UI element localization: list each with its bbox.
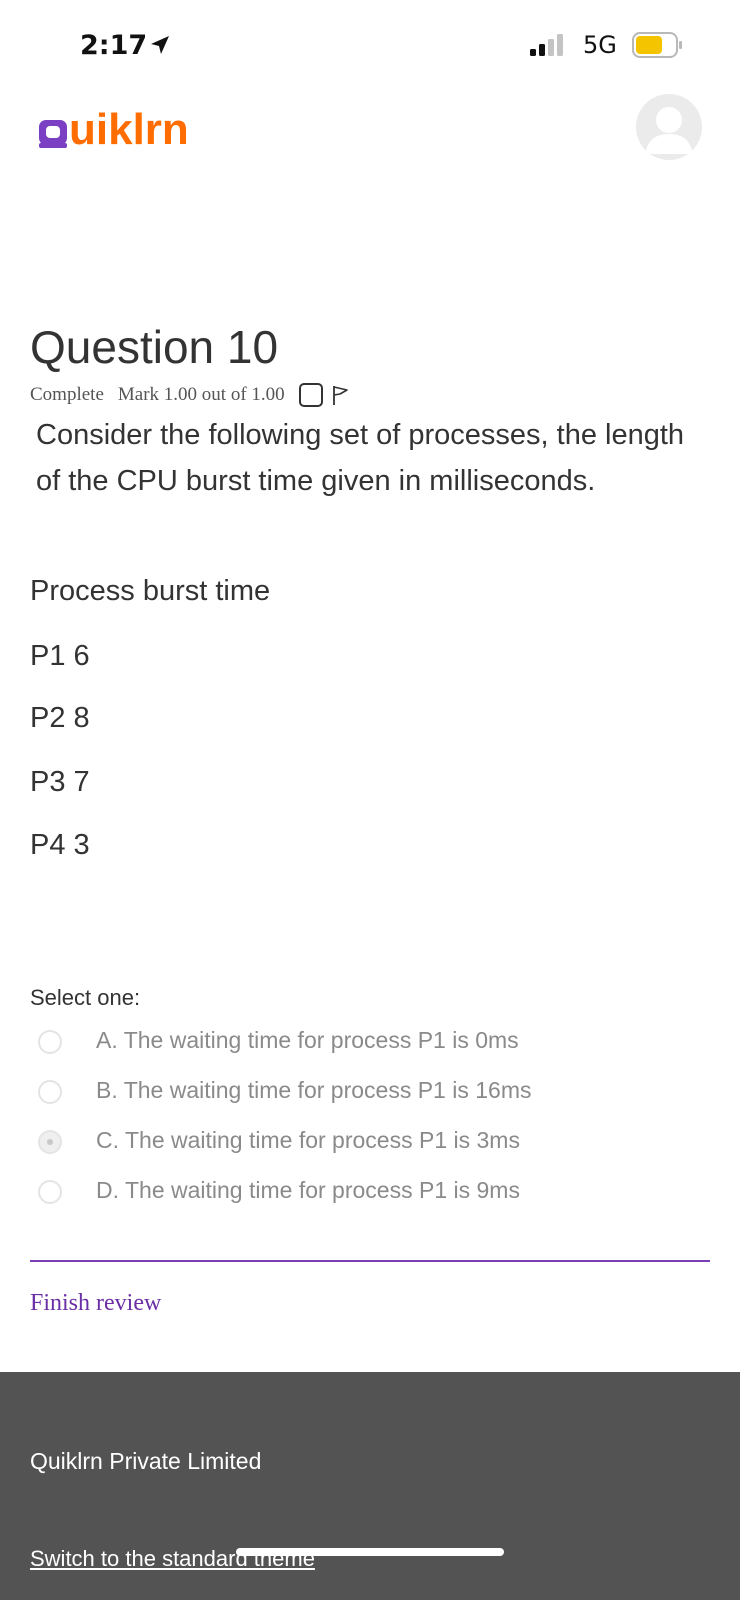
flag-checkbox[interactable] <box>298 383 323 407</box>
user-avatar[interactable] <box>636 94 702 160</box>
process-row: P4 3 <box>30 829 90 861</box>
logo-q-mark-icon <box>39 120 67 148</box>
radio-c[interactable] <box>38 1130 62 1154</box>
footer: Quiklrn Private Limited Switch to the st… <box>0 1372 740 1600</box>
question-state: Complete <box>30 384 104 405</box>
question-title: Question 10 <box>30 321 279 373</box>
table-header: Process burst time <box>30 575 271 607</box>
radio-a[interactable] <box>38 1030 62 1054</box>
section-divider <box>30 1260 710 1262</box>
question-text-paragraph: Consider the following set of processes,… <box>36 419 685 497</box>
status-time: 2:17 <box>80 30 148 61</box>
user-avatar-icon <box>645 107 693 154</box>
battery-icon <box>632 32 682 58</box>
status-bar: 2:17 5G <box>0 0 740 92</box>
home-indicator[interactable] <box>236 1548 504 1556</box>
question-info: Complete Mark 1.00 out of 1.00 <box>30 383 351 407</box>
logo-text: uiklrn <box>69 105 189 154</box>
radio-b[interactable] <box>38 1080 62 1104</box>
question-mark: Mark 1.00 out of 1.00 <box>117 384 285 405</box>
option-a-label[interactable]: A. The waiting time for process P1 is 0m… <box>96 1027 519 1054</box>
flag-icon[interactable] <box>331 384 351 406</box>
process-row: P2 8 <box>30 702 90 734</box>
option-c-label[interactable]: C. The waiting time for process P1 is 3m… <box>96 1127 520 1154</box>
location-arrow-icon <box>151 36 169 54</box>
answer-option-b[interactable]: B. The waiting time for process P1 is 16… <box>38 1075 531 1109</box>
select-one-label: Select one: <box>30 985 141 1010</box>
answer-option-d[interactable]: D. The waiting time for process P1 is 9m… <box>38 1175 520 1209</box>
option-b-label[interactable]: B. The waiting time for process P1 is 16… <box>96 1077 531 1104</box>
answer-option-a[interactable]: A. The waiting time for process P1 is 0m… <box>38 1025 519 1059</box>
answer-option-c[interactable]: C. The waiting time for process P1 is 3m… <box>38 1125 520 1159</box>
footer-company: Quiklrn Private Limited <box>30 1448 262 1474</box>
radio-d[interactable] <box>38 1180 62 1204</box>
process-row: P3 7 <box>30 766 90 798</box>
question-text: Consider the following set of processes,… <box>30 412 710 504</box>
cellular-signal-icon <box>530 34 563 56</box>
process-row: P1 6 <box>30 640 90 672</box>
option-d-label[interactable]: D. The waiting time for process P1 is 9m… <box>96 1177 520 1204</box>
network-type: 5G <box>583 31 617 59</box>
finish-review-link[interactable]: Finish review <box>30 1290 161 1317</box>
quiklrn-logo[interactable]: uiklrn <box>38 100 189 160</box>
